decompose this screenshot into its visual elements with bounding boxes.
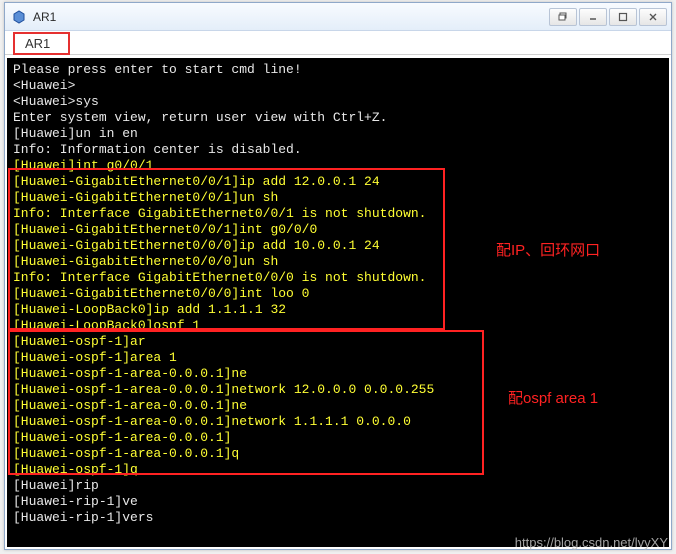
terminal-line: Please press enter to start cmd line! <box>13 62 663 78</box>
terminal-line: [Huawei-rip-1]vers <box>13 510 663 526</box>
terminal-line: [Huawei]rip <box>13 478 663 494</box>
terminal-line: [Huawei-ospf-1-area-0.0.0.1]ne <box>13 366 663 382</box>
terminal-line: [Huawei-LoopBack0]ospf 1 <box>13 318 663 334</box>
window-title: AR1 <box>33 10 56 24</box>
maximize-button[interactable] <box>609 8 637 26</box>
terminal-line: Info: Interface GigabitEthernet0/0/0 is … <box>13 270 663 286</box>
terminal-line: Info: Interface GigabitEthernet0/0/1 is … <box>13 206 663 222</box>
terminal-line: [Huawei-ospf-1]q <box>13 462 663 478</box>
app-window: AR1 AR1 Please press enter to start cmd … <box>4 2 672 550</box>
terminal-line: [Huawei-rip-1]ve <box>13 494 663 510</box>
terminal-line: [Huawei-GigabitEthernet0/0/0]int loo 0 <box>13 286 663 302</box>
terminal[interactable]: Please press enter to start cmd line!<Hu… <box>7 58 669 547</box>
terminal-line: [Huawei-GigabitEthernet0/0/1]un sh <box>13 190 663 206</box>
terminal-line: [Huawei-GigabitEthernet0/0/1]int g0/0/0 <box>13 222 663 238</box>
terminal-line: [Huawei]int g0/0/1 <box>13 158 663 174</box>
tab-ar1[interactable]: AR1 <box>13 32 70 55</box>
terminal-line: Info: Information center is disabled. <box>13 142 663 158</box>
app-icon <box>11 9 27 25</box>
terminal-line: Enter system view, return user view with… <box>13 110 663 126</box>
watermark: https://blog.csdn.net/lvyXY <box>515 535 668 550</box>
titlebar: AR1 <box>5 3 671 31</box>
terminal-line: [Huawei-ospf-1-area-0.0.0.1]q <box>13 446 663 462</box>
terminal-line: [Huawei-ospf-1-area-0.0.0.1] <box>13 430 663 446</box>
terminal-line: [Huawei-ospf-1-area-0.0.0.1]network 12.0… <box>13 382 663 398</box>
minimize-button[interactable] <box>579 8 607 26</box>
terminal-line: [Huawei-GigabitEthernet0/0/1]ip add 12.0… <box>13 174 663 190</box>
close-button[interactable] <box>639 8 667 26</box>
terminal-line: [Huawei-ospf-1-area-0.0.0.1]ne <box>13 398 663 414</box>
window-buttons <box>549 8 667 26</box>
restore-button[interactable] <box>549 8 577 26</box>
terminal-line: [Huawei-GigabitEthernet0/0/0]un sh <box>13 254 663 270</box>
terminal-line: [Huawei]un in en <box>13 126 663 142</box>
terminal-line: [Huawei-LoopBack0]ip add 1.1.1.1 32 <box>13 302 663 318</box>
tabbar: AR1 <box>5 31 671 55</box>
terminal-line: <Huawei> <box>13 78 663 94</box>
terminal-line: <Huawei>sys <box>13 94 663 110</box>
terminal-line: [Huawei-GigabitEthernet0/0/0]ip add 10.0… <box>13 238 663 254</box>
terminal-line: [Huawei-ospf-1-area-0.0.0.1]network 1.1.… <box>13 414 663 430</box>
terminal-line: [Huawei-ospf-1]ar <box>13 334 663 350</box>
terminal-line: [Huawei-ospf-1]area 1 <box>13 350 663 366</box>
